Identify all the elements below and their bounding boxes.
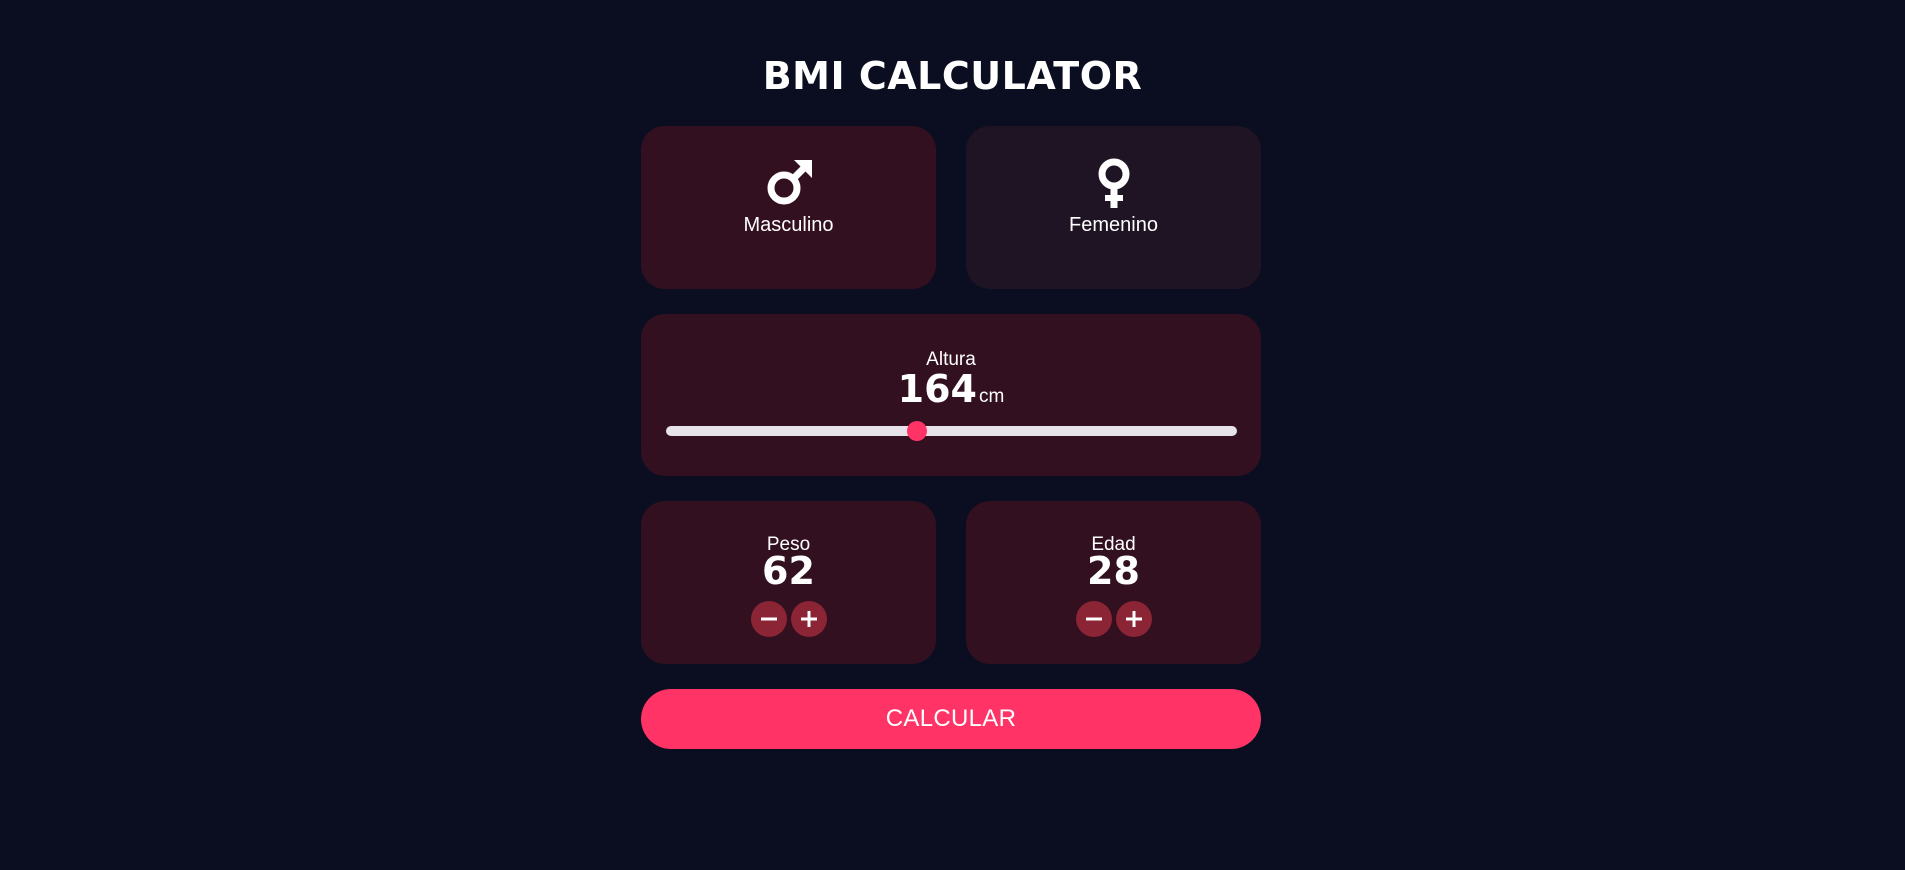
age-value: 28 xyxy=(1087,549,1140,593)
weight-card: Peso 62 xyxy=(641,501,936,664)
plus-icon xyxy=(800,611,817,627)
female-symbol-icon xyxy=(1098,158,1129,208)
age-controls xyxy=(966,601,1261,637)
bmi-calculator-app: BMI CALCULATOR Masculino Femenino Altura… xyxy=(0,0,1905,870)
height-value: 164 xyxy=(897,367,977,411)
height-slider-thumb[interactable] xyxy=(907,421,928,441)
weight-controls xyxy=(641,601,936,637)
male-symbol-icon xyxy=(767,160,812,205)
plus-icon xyxy=(1125,611,1142,627)
age-card: Edad 28 xyxy=(966,501,1261,664)
minus-icon xyxy=(1085,617,1102,621)
gender-option-male[interactable]: Masculino xyxy=(641,126,936,289)
minus-icon xyxy=(760,617,777,621)
gender-option-female[interactable]: Femenino xyxy=(966,126,1261,289)
height-card: Altura 164 cm xyxy=(641,314,1261,476)
height-value-display: 164 cm xyxy=(641,368,1261,419)
height-slider[interactable] xyxy=(666,421,1237,441)
weight-value: 62 xyxy=(762,549,815,593)
page-title: BMI CALCULATOR xyxy=(762,54,1143,98)
calculate-button[interactable]: CALCULAR xyxy=(641,689,1261,749)
height-unit: cm xyxy=(979,386,1005,407)
gender-label-female: Femenino xyxy=(1069,214,1158,236)
gender-label-male: Masculino xyxy=(743,214,834,236)
age-increment-button[interactable] xyxy=(1115,601,1152,637)
age-decrement-button[interactable] xyxy=(1075,601,1112,637)
weight-increment-button[interactable] xyxy=(790,601,827,637)
weight-decrement-button[interactable] xyxy=(750,601,787,637)
